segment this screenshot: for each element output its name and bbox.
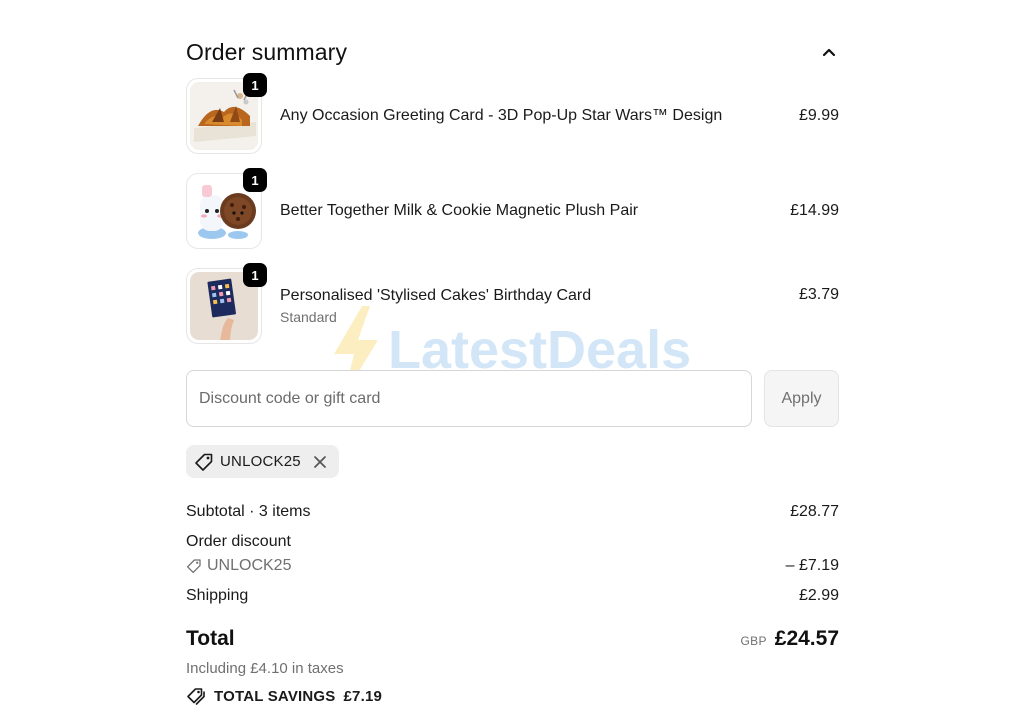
discount-code-row: UNLOCK25 – £7.19: [186, 557, 839, 575]
order-discount-label: Order discount: [186, 533, 291, 550]
total-savings: TOTAL SAVINGS £7.19: [186, 686, 382, 706]
item-name: Better Together Milk & Cookie Magnetic P…: [280, 202, 639, 219]
item-variant: Standard: [280, 309, 337, 325]
close-icon[interactable]: [311, 453, 329, 471]
line-item: 1 Personalised 'Stylised Cakes' Birthday…: [186, 263, 839, 344]
item-details: Better Together Milk & Cookie Magnetic P…: [280, 202, 790, 220]
apply-discount-button[interactable]: Apply: [764, 370, 839, 427]
savings-value: £7.19: [343, 687, 383, 705]
total-label: Total: [186, 627, 235, 650]
shipping-label: Shipping: [186, 587, 249, 604]
discount-code-text: UNLOCK25: [207, 557, 292, 574]
product-thumbnail: 1: [186, 263, 267, 344]
order-discount-row: Order discount: [186, 533, 839, 551]
tag-icon: [186, 558, 202, 574]
tax-note: Including £4.10 in taxes: [186, 660, 344, 677]
tags-icon: [186, 686, 206, 706]
chevron-up-icon[interactable]: [819, 42, 839, 62]
item-price: £3.79: [798, 286, 839, 303]
line-item: 1 Any Occasion Greeting Card - 3D Pop-Up…: [186, 73, 839, 154]
item-details: Personalised 'Stylised Cakes' Birthday C…: [280, 287, 799, 325]
item-details: Any Occasion Greeting Card - 3D Pop-Up S…: [280, 107, 799, 125]
checkout-order-summary: Order summary 1 Any Occasion Greeting Ca…: [0, 0, 1024, 711]
quantity-badge: 1: [243, 263, 267, 287]
applied-discount-chip: UNLOCK25: [186, 445, 339, 478]
subtotal-value: £28.77: [790, 503, 839, 520]
discount-code-input[interactable]: [186, 370, 752, 427]
discount-value: – £7.19: [785, 557, 839, 574]
total-row: Total GBP £24.57: [186, 627, 839, 651]
quantity-badge: 1: [243, 73, 267, 97]
total-amount-group: GBP £24.57: [741, 627, 839, 651]
currency-code: GBP: [740, 634, 767, 648]
item-price: £9.99: [798, 107, 839, 124]
tag-icon: [194, 452, 214, 472]
applied-code-label: UNLOCK25: [220, 453, 301, 470]
product-thumbnail: 1: [186, 73, 267, 154]
order-summary-header[interactable]: Order summary: [186, 36, 839, 68]
quantity-badge: 1: [243, 168, 267, 192]
order-summary-title: Order summary: [186, 38, 348, 65]
line-item: 1 Better Together Milk & Cookie Magnetic…: [186, 168, 839, 249]
shipping-value: £2.99: [798, 587, 839, 604]
item-price: £14.99: [790, 202, 839, 219]
shipping-row: Shipping £2.99: [186, 587, 839, 605]
discount-code-line: UNLOCK25: [186, 557, 291, 575]
subtotal-label: Subtotal · 3 items: [186, 503, 311, 520]
item-name: Any Occasion Greeting Card - 3D Pop-Up S…: [280, 107, 723, 124]
total-value: £24.57: [774, 627, 839, 650]
product-thumbnail: 1: [186, 168, 267, 249]
savings-label: TOTAL SAVINGS: [214, 687, 336, 705]
subtotal-row: Subtotal · 3 items £28.77: [186, 503, 839, 521]
item-name: Personalised 'Stylised Cakes' Birthday C…: [280, 287, 592, 304]
